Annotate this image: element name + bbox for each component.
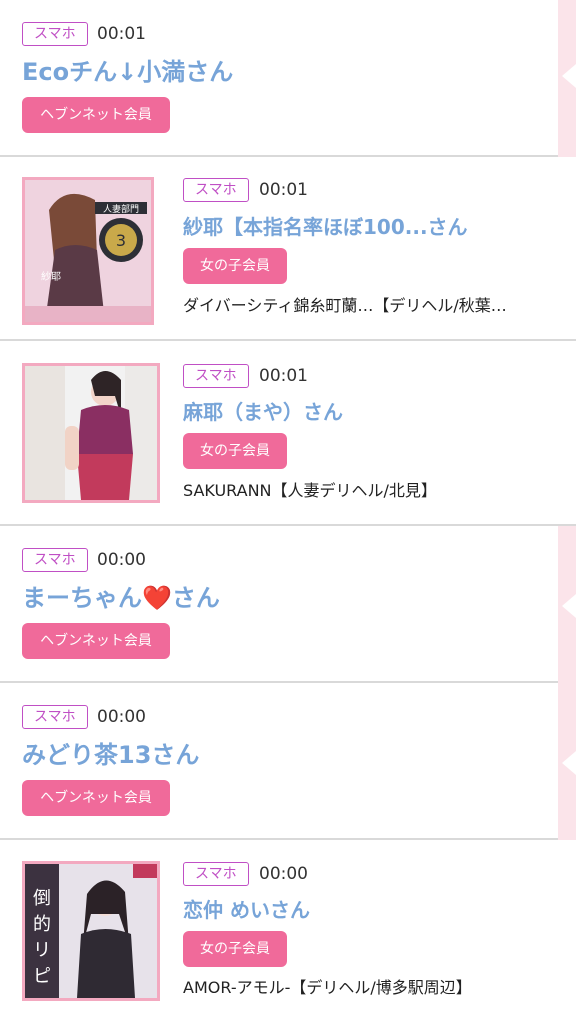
svg-text:紗耶: 紗耶 [41, 271, 61, 283]
user-name-link[interactable]: まーちゃん❤️さん [22, 582, 542, 614]
timestamp: 00:00 [259, 864, 308, 884]
user-name-link[interactable]: 紗耶【本指名率ほぼ100...さん [183, 213, 553, 241]
member-type-badge: 女の子会員 [183, 433, 287, 469]
member-type-badge: 女の子会員 [183, 248, 287, 284]
list-item[interactable]: スマホ 00:01 Ecoチん↓小満さん ヘブンネット会員 [0, 0, 558, 157]
svg-text:倒: 倒 [33, 888, 51, 909]
svg-text:ピ: ピ [33, 966, 51, 987]
shop-name-link[interactable]: SAKURANN【人妻デリヘル/北見】 [183, 477, 563, 501]
smartphone-badge: スマホ [183, 178, 249, 202]
side-notch [562, 64, 576, 88]
list-item[interactable]: スマホ 00:01 麻耶（まや）さん 女の子会員 SAKURANN【人妻デリヘル… [0, 341, 576, 526]
smartphone-badge: スマホ [22, 22, 88, 46]
list-item[interactable]: 倒 的 リ ピ スマホ 00:00 恋仲 めいさん 女の子会員 AMOR-アモル… [0, 840, 576, 1024]
svg-text:3: 3 [116, 231, 126, 250]
profile-photo-image: 3 人妻部門 紗耶 [25, 180, 151, 322]
svg-text:リ: リ [33, 940, 51, 961]
smartphone-badge: スマホ [22, 548, 88, 572]
timestamp: 00:01 [259, 366, 308, 386]
svg-text:的: 的 [33, 914, 51, 935]
timestamp: 00:00 [97, 550, 146, 570]
smartphone-badge: スマホ [183, 862, 249, 886]
profile-photo-image [25, 366, 157, 500]
shop-name-link[interactable]: ダイバーシティ錦糸町蘭…【デリヘル/秋葉… [183, 292, 563, 316]
member-type-badge: ヘブンネット会員 [22, 780, 170, 816]
svg-text:人妻部門: 人妻部門 [103, 203, 139, 215]
member-type-badge: ヘブンネット会員 [22, 97, 170, 133]
timestamp: 00:00 [97, 707, 146, 727]
member-type-badge: ヘブンネット会員 [22, 623, 170, 659]
shop-name-link[interactable]: AMOR-アモル-【デリヘル/博多駅周辺】 [183, 974, 563, 998]
profile-thumbnail[interactable] [22, 363, 160, 503]
side-notch [562, 594, 576, 618]
list-item[interactable]: 3 人妻部門 紗耶 スマホ 00:01 紗耶【本指名率ほぼ100...さん 女の… [0, 157, 576, 341]
user-name-link[interactable]: 恋仲 めいさん [183, 896, 553, 924]
member-type-badge: 女の子会員 [183, 931, 287, 967]
profile-photo-image: 倒 的 リ ピ [25, 864, 157, 998]
timestamp: 00:01 [97, 24, 146, 44]
user-name-link[interactable]: 麻耶（まや）さん [183, 398, 553, 426]
user-name-link[interactable]: みどり茶13さん [22, 739, 542, 771]
list-item[interactable]: スマホ 00:00 まーちゃん❤️さん ヘブンネット会員 [0, 526, 558, 683]
side-notch [562, 751, 576, 775]
list-item[interactable]: スマホ 00:00 みどり茶13さん ヘブンネット会員 [0, 683, 558, 840]
smartphone-badge: スマホ [22, 705, 88, 729]
user-name-link[interactable]: Ecoチん↓小満さん [22, 56, 542, 88]
timestamp: 00:01 [259, 180, 308, 200]
smartphone-badge: スマホ [183, 364, 249, 388]
profile-thumbnail[interactable]: 3 人妻部門 紗耶 [22, 177, 154, 325]
profile-thumbnail[interactable]: 倒 的 リ ピ [22, 861, 160, 1001]
